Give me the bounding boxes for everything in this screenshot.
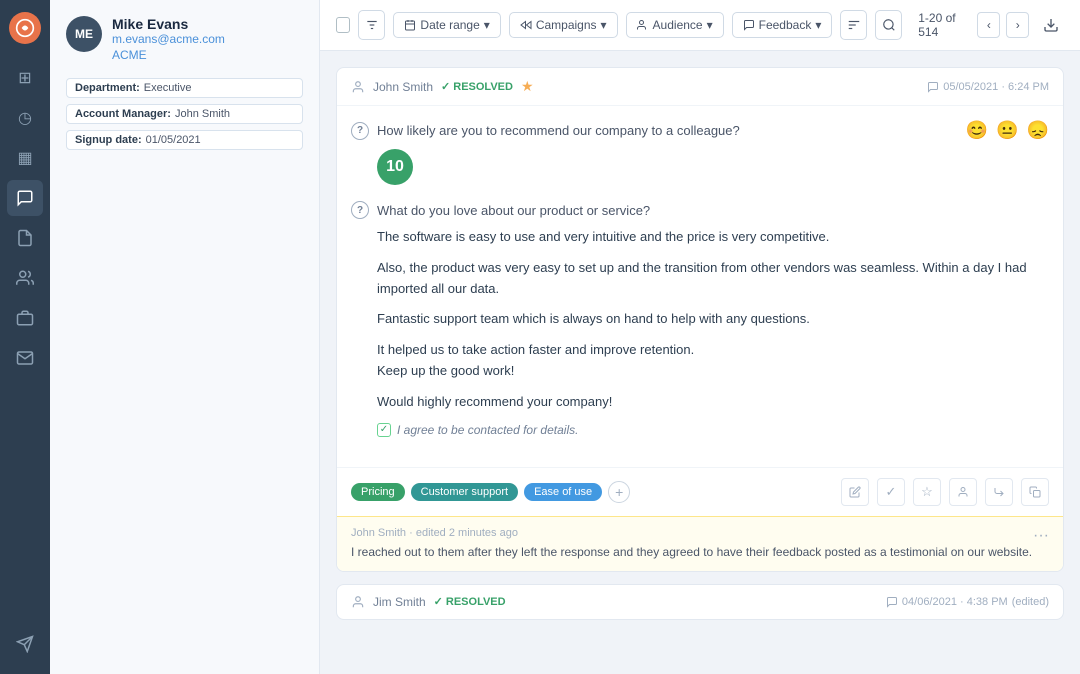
happy-emoji: 😊 [966, 120, 988, 141]
tag-signup-date-label: Signup date: [75, 134, 142, 146]
response-user-2: Jim Smith [373, 595, 426, 609]
nav-icon-briefcase[interactable] [7, 300, 43, 336]
filter-icon-btn[interactable] [358, 10, 385, 40]
resolved-badge: ✓ RESOLVED [441, 80, 513, 93]
sad-emoji: 😞 [1027, 120, 1049, 141]
avatar: ME [66, 16, 102, 52]
nav-icon-document[interactable] [7, 220, 43, 256]
audience-label: Audience [653, 18, 703, 32]
feedback-button[interactable]: Feedback ▾ [732, 12, 833, 38]
note-author: John Smith · edited 2 minutes ago [351, 527, 1032, 539]
nps-score: 10 [377, 149, 413, 185]
agree-checkbox: ✓ [377, 423, 391, 437]
select-all-checkbox[interactable] [336, 17, 350, 33]
tags-row: Pricing Customer support Ease of use + ✓… [337, 467, 1063, 516]
response-feed: John Smith ✓ RESOLVED ★ 05/05/2021 · 6:2… [320, 51, 1080, 674]
contact-email[interactable]: m.evans@acme.com [112, 32, 225, 46]
question-icon: ? [351, 122, 369, 140]
note-more-button[interactable]: ··· [1033, 527, 1049, 545]
note-card: John Smith · edited 2 minutes ago I reac… [337, 516, 1063, 571]
pagination: 1-20 of 514 ‹ › [918, 11, 1029, 39]
add-tag-button[interactable]: + [608, 481, 630, 503]
tag-account-manager-label: Account Manager: [75, 108, 171, 120]
date-range-button[interactable]: Date range ▾ [393, 12, 500, 38]
date-range-chevron: ▾ [484, 18, 490, 32]
text-question-text: What do you love about our product or se… [377, 203, 650, 218]
agree-text: I agree to be contacted for details. [397, 423, 578, 437]
tag-department: Department: Executive [66, 78, 303, 98]
response-header: John Smith ✓ RESOLVED ★ 05/05/2021 · 6:2… [337, 68, 1063, 106]
tag-account-manager: Account Manager: John Smith [66, 104, 303, 124]
resolved-badge-2: ✓ RESOLVED [434, 595, 506, 608]
response-date-2: 04/06/2021 · 4:38 PM (edited) [886, 596, 1049, 608]
left-navigation: ⊞ ◷ ▦ [0, 0, 50, 674]
check-action-icon[interactable]: ✓ [877, 478, 905, 506]
audience-button[interactable]: Audience ▾ [626, 12, 724, 38]
next-page-button[interactable]: › [1006, 12, 1029, 38]
action-icons: ✓ ☆ [841, 478, 1049, 506]
tag-customer-support[interactable]: Customer support [411, 483, 518, 501]
nps-question-block: ? How likely are you to recommend our co… [351, 120, 1049, 185]
campaigns-label: Campaigns [536, 18, 597, 32]
tag-department-value: Executive [144, 82, 192, 94]
question-icon-2: ? [351, 201, 369, 219]
sort-button[interactable] [840, 10, 867, 40]
campaigns-chevron: ▾ [601, 18, 607, 32]
person-action-icon[interactable] [949, 478, 977, 506]
text-question-block: ? What do you love about our product or … [351, 201, 1049, 437]
nav-icon-chart[interactable]: ▦ [7, 140, 43, 176]
nav-icon-clock[interactable]: ◷ [7, 100, 43, 136]
search-button[interactable] [875, 10, 902, 40]
contact-name: Mike Evans [112, 16, 225, 32]
neutral-emoji: 😐 [996, 120, 1018, 141]
note-text: I reached out to them after they left th… [351, 543, 1032, 561]
tag-pricing[interactable]: Pricing [351, 483, 405, 501]
nav-icon-people[interactable] [7, 260, 43, 296]
edited-label: (edited) [1012, 596, 1049, 608]
copy-action-icon[interactable] [1021, 478, 1049, 506]
toolbar: Date range ▾ Campaigns ▾ Audience ▾ Feed… [320, 0, 1080, 51]
response-date: 05/05/2021 · 6:24 PM [927, 81, 1049, 93]
share-action-icon[interactable] [985, 478, 1013, 506]
date-range-label: Date range [420, 18, 479, 32]
response-date-text: 05/05/2021 · 6:24 PM [943, 81, 1049, 93]
tag-signup-date: Signup date: 01/05/2021 [66, 130, 303, 150]
nav-icon-dashboard[interactable]: ⊞ [7, 60, 43, 96]
tag-department-label: Department: [75, 82, 140, 94]
tag-ease-of-use[interactable]: Ease of use [524, 483, 602, 501]
export-button[interactable] [1037, 10, 1064, 40]
app-logo[interactable] [9, 12, 41, 44]
contact-tags: Department: Executive Account Manager: J… [66, 78, 303, 150]
audience-chevron: ▾ [707, 18, 713, 32]
star-action-icon[interactable]: ☆ [913, 478, 941, 506]
nav-icon-message[interactable] [7, 180, 43, 216]
resolved-label: RESOLVED [453, 81, 513, 93]
nav-icon-mail[interactable] [7, 340, 43, 376]
response-user: John Smith [373, 80, 433, 94]
resolved-label-2: RESOLVED [446, 596, 506, 608]
response-body: ? How likely are you to recommend our co… [337, 106, 1063, 467]
prev-page-button[interactable]: ‹ [977, 12, 1000, 38]
nav-icon-plane[interactable] [7, 626, 43, 662]
tag-account-manager-value: John Smith [175, 108, 230, 120]
feedback-label: Feedback [759, 18, 812, 32]
feedback-chevron: ▾ [815, 18, 821, 32]
agree-row: ✓ I agree to be contacted for details. [377, 423, 1049, 437]
edit-action-icon[interactable] [841, 478, 869, 506]
note-meta: · edited 2 minutes ago [409, 527, 518, 539]
contact-company[interactable]: ACME [112, 48, 225, 62]
nps-question-text: How likely are you to recommend our comp… [377, 123, 740, 138]
response-card: John Smith ✓ RESOLVED ★ 05/05/2021 · 6:2… [336, 67, 1064, 572]
response-header-2: Jim Smith ✓ RESOLVED 04/06/2021 · 4:38 P… [337, 585, 1063, 619]
contact-card: ME Mike Evans m.evans@acme.com ACME [66, 16, 303, 62]
pagination-text: 1-20 of 514 [918, 11, 971, 39]
campaigns-button[interactable]: Campaigns ▾ [509, 12, 618, 38]
tag-signup-date-value: 01/05/2021 [146, 134, 201, 146]
response-date-text-2: 04/06/2021 · 4:38 PM [902, 596, 1008, 608]
contact-sidebar: ME Mike Evans m.evans@acme.com ACME Depa… [50, 0, 320, 674]
response-card-2: Jim Smith ✓ RESOLVED 04/06/2021 · 4:38 P… [336, 584, 1064, 620]
star-icon[interactable]: ★ [521, 78, 534, 95]
response-answer-text: The software is easy to use and very int… [377, 227, 1049, 413]
main-content: Date range ▾ Campaigns ▾ Audience ▾ Feed… [320, 0, 1080, 674]
